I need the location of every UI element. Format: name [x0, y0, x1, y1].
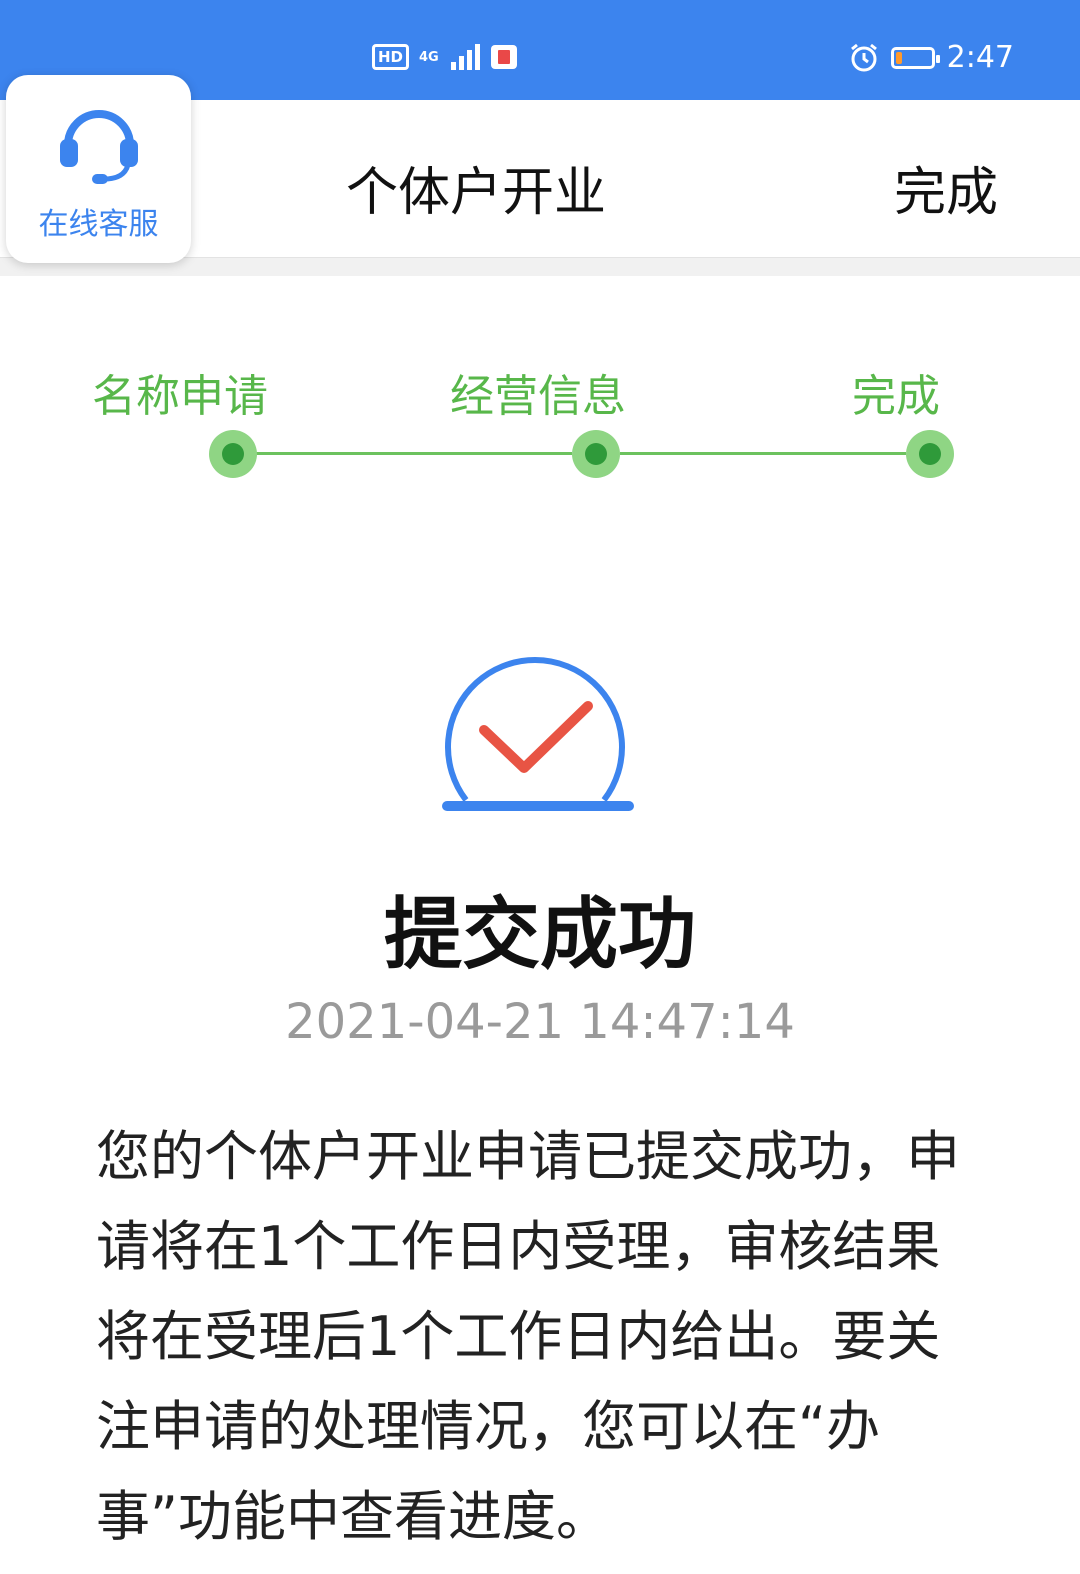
step-dot-3	[906, 430, 954, 478]
network-type-label: 4G	[419, 49, 439, 65]
online-service-label: 在线客服	[38, 207, 159, 242]
status-icons-right: 2:47	[849, 40, 1014, 75]
step-label-complete: 完成	[852, 371, 940, 422]
online-service-button[interactable]: 在线客服	[6, 75, 191, 263]
hd-icon: HD	[372, 44, 410, 70]
page-title: 个体户开业	[346, 163, 607, 223]
step-dot-1	[209, 430, 257, 478]
battery-icon	[890, 46, 940, 69]
reader-app-icon	[491, 45, 518, 69]
progress-steps: 名称申请 经营信息 完成	[0, 340, 1080, 500]
step-connector-2	[620, 452, 906, 455]
submission-timestamp: 2021-04-21 14:47:14	[285, 994, 795, 1050]
status-icons-center: HD 4G	[372, 44, 518, 70]
headset-icon	[60, 110, 138, 184]
success-title: 提交成功	[383, 890, 696, 980]
step-connector-1	[256, 452, 572, 455]
success-check-icon	[442, 657, 634, 811]
step-dot-2	[572, 430, 620, 478]
step-label-name-application: 名称申请	[92, 371, 268, 422]
step-label-business-info: 经营信息	[450, 371, 626, 422]
signal-icon	[451, 44, 481, 70]
alarm-icon	[850, 43, 877, 71]
status-time: 2:47	[946, 40, 1014, 75]
success-message: 您的个体户开业申请已提交成功，申请将在1个工作日内受理，审核结果将在受理后1个工…	[96, 1125, 960, 1548]
done-button[interactable]: 完成	[894, 150, 998, 225]
